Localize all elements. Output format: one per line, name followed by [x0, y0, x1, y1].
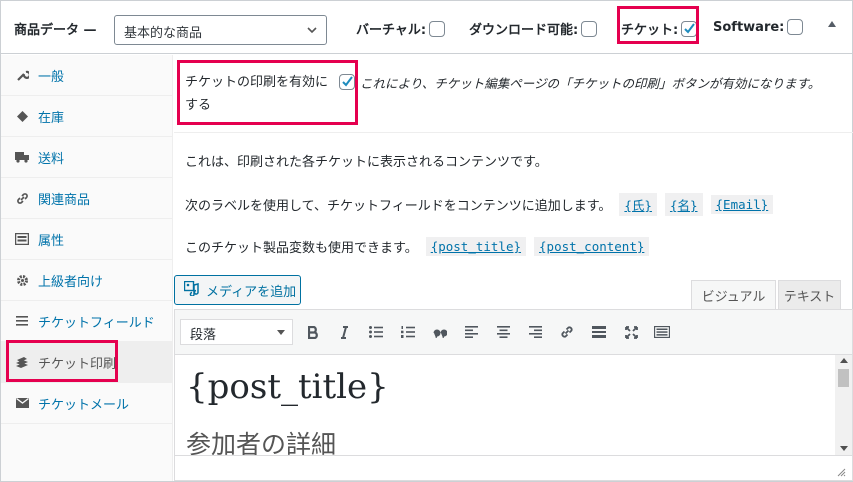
product-type-select[interactable]: 基本的な商品 — [114, 15, 327, 45]
product-data-panel: 商品データ — 基本的な商品 バーチャル: ダウンロード可能: チケット: So… — [0, 0, 853, 482]
ticket-print-highlight — [6, 340, 118, 382]
sidebar-item-label: 在庫 — [38, 110, 65, 126]
virtual-checkbox[interactable] — [429, 20, 446, 37]
downloadable-label: ダウンロード可能: — [469, 23, 579, 38]
caret-down-icon — [277, 330, 285, 335]
product-data-header: 商品データ — 基本的な商品 バーチャル: ダウンロード可能: チケット: So… — [1, 1, 852, 54]
italic-icon[interactable] — [333, 322, 355, 342]
sidebar-item-shipping[interactable]: 送料 — [1, 137, 173, 178]
content-description: これは、印刷された各チケットに表示されるコンテンツです。 — [185, 151, 548, 170]
resize-handle-icon[interactable] — [836, 467, 846, 477]
virtual-label: バーチャル: — [356, 23, 427, 38]
align-center-icon[interactable] — [492, 322, 514, 342]
product-data-tabs: 一般 在庫 送料 関連商品 属性 上級者向け チケットフィールド チケット印刷 — [1, 55, 173, 481]
lines-icon — [14, 316, 30, 326]
sidebar-item-label: 上級者向け — [38, 274, 104, 290]
placeholder-post-title: {post_title} — [425, 237, 527, 256]
product-type-value: 基本的な商品 — [124, 26, 203, 41]
wrench-icon — [14, 69, 30, 82]
align-left-icon[interactable] — [460, 322, 482, 342]
enable-print-description: これにより、チケット編集ページの「チケットの印刷」ボタンが有効になります。 — [360, 76, 821, 91]
bold-icon[interactable] — [302, 322, 324, 342]
sidebar-item-linked-products[interactable]: 関連商品 — [1, 178, 173, 219]
sidebar-item-label: 一般 — [38, 69, 65, 85]
sidebar-item-label: 属性 — [38, 233, 65, 249]
sidebar-item-advanced[interactable]: 上級者向け — [1, 260, 173, 301]
tab-visual[interactable]: ビジュアル — [691, 280, 776, 309]
triangle-up-icon[interactable] — [828, 21, 836, 27]
ticket-print-panel: チケットの印刷を有効にする これにより、チケット編集ページの「チケットの印刷」ボ… — [174, 55, 853, 481]
editor-scrollbar[interactable] — [835, 355, 852, 455]
software-option[interactable]: Software: — [713, 19, 804, 35]
product-variables: このチケット製品変数も使用できます。 {post_title} {post_co… — [185, 237, 650, 256]
format-select-value: 段落 — [190, 328, 217, 343]
list-box-icon — [14, 233, 30, 245]
scroll-down-icon[interactable] — [840, 446, 848, 451]
paragraph-format-select[interactable]: 段落 — [180, 319, 293, 345]
placeholder-email: {Email} — [710, 195, 774, 214]
editor-heading: {post_title} — [186, 367, 389, 407]
content-description-text: これは、印刷された各チケットに表示されるコンテンツです。 — [185, 155, 548, 170]
sidebar-item-label: チケットフィールド — [38, 315, 155, 331]
toolbar-toggle-icon[interactable] — [651, 322, 673, 342]
numbered-list-icon[interactable] — [397, 322, 419, 342]
fullscreen-icon[interactable] — [620, 322, 642, 342]
ticket-option-highlight — [617, 6, 699, 44]
sidebar-item-inventory[interactable]: 在庫 — [1, 96, 173, 137]
downloadable-option[interactable]: ダウンロード可能: — [469, 19, 598, 38]
add-media-label: メディアを追加 — [206, 284, 297, 300]
media-icon — [183, 280, 200, 300]
editor-statusbar — [175, 455, 852, 480]
sidebar-item-general[interactable]: 一般 — [1, 55, 173, 96]
ticket-field-labels: 次のラベルを使用して、チケットフィールドをコンテンツに追加します。 {氏} {名… — [185, 193, 774, 216]
tab-text[interactable]: テキスト — [778, 280, 841, 309]
read-more-icon[interactable] — [588, 322, 610, 342]
sidebar-item-attributes[interactable]: 属性 — [1, 219, 173, 260]
tag-icon — [14, 110, 30, 123]
scroll-up-icon[interactable] — [840, 358, 848, 363]
sidebar-item-label: チケットメール — [38, 397, 130, 413]
insert-link-icon[interactable] — [556, 322, 578, 342]
product-data-title: 商品データ — — [14, 23, 97, 38]
sidebar-item-label: 送料 — [38, 151, 65, 167]
enable-print-highlight — [177, 60, 358, 125]
align-right-icon[interactable] — [524, 322, 546, 342]
software-checkbox[interactable] — [787, 19, 804, 35]
virtual-option[interactable]: バーチャル: — [356, 19, 446, 38]
placeholder-last-name: {氏} — [619, 193, 657, 216]
placeholder-first-name: {名} — [664, 193, 703, 216]
bullet-list-icon[interactable] — [365, 322, 387, 342]
sidebar-item-ticket-email[interactable]: チケットメール — [1, 383, 173, 424]
ticket-field-labels-text: 次のラベルを使用して、チケットフィールドをコンテンツに追加します。 — [185, 199, 612, 214]
scrollbar-thumb[interactable] — [838, 369, 849, 387]
blockquote-icon[interactable] — [429, 322, 451, 342]
gear-icon — [14, 274, 30, 287]
placeholder-post-content: {post_content} — [534, 237, 650, 256]
product-variables-text: このチケット製品変数も使用できます。 — [185, 241, 418, 256]
ticket-content-editor[interactable]: {post_title} 参加者の詳細 — [174, 354, 853, 481]
link-icon — [14, 192, 30, 205]
chevron-down-icon — [307, 27, 317, 34]
envelope-icon — [14, 398, 30, 408]
software-label: Software: — [713, 19, 785, 35]
add-media-button[interactable]: メディアを追加 — [174, 275, 301, 305]
truck-icon — [14, 151, 30, 163]
sidebar-item-ticket-fields[interactable]: チケットフィールド — [1, 301, 173, 342]
downloadable-checkbox[interactable] — [581, 20, 598, 37]
editor-toolbar: 段落 — [174, 309, 853, 354]
sidebar-item-label: 関連商品 — [38, 192, 91, 208]
